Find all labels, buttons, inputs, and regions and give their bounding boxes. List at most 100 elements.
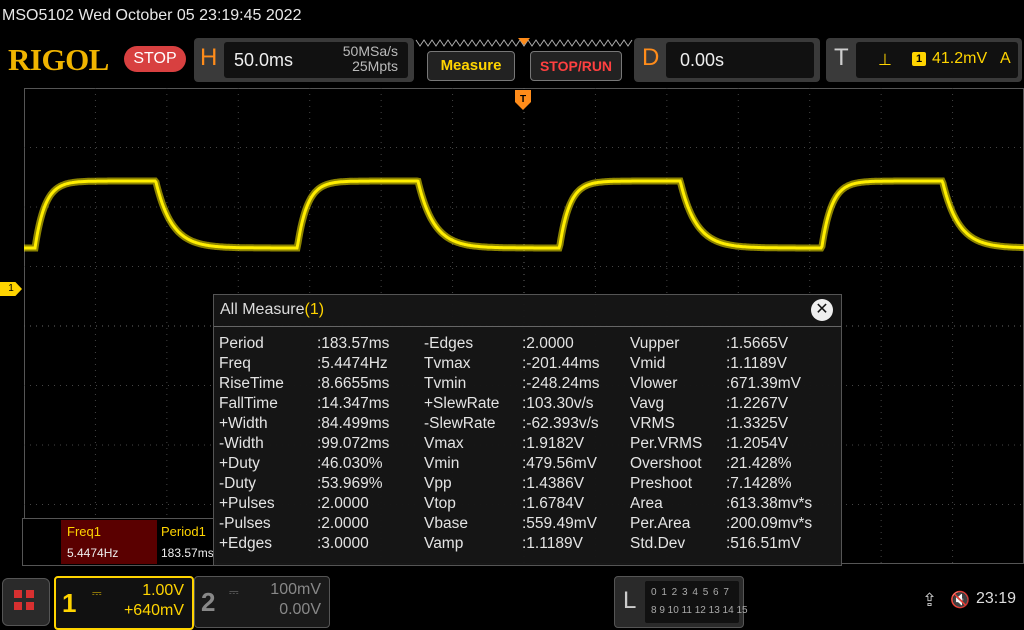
measure-row: Tvmin:-248.24ms xyxy=(424,375,600,395)
channel1-box[interactable]: 1 ⎓ 1.00V +640mV xyxy=(54,576,194,630)
measure-button[interactable]: Measure xyxy=(427,51,515,81)
dc-coupling-icon: ⎓ xyxy=(92,586,102,600)
measure-value: :200.09mv*s xyxy=(726,515,813,532)
measure-quick-strip[interactable]: Freq1 5.4474Hz Period1 183.57ms xyxy=(22,518,216,566)
delay-box[interactable]: D 0.00s xyxy=(634,38,820,82)
measure-label: +Duty xyxy=(219,455,260,472)
panel-title-count: (1) xyxy=(304,301,325,318)
measure-value: :2.0000 xyxy=(522,335,574,352)
measure-column-2: -Edges:2.0000 Tvmax:-201.44ms Tvmin:-248.2… xyxy=(424,335,600,555)
measure-label: RiseTime xyxy=(219,375,284,392)
measure-label: Vtop xyxy=(424,495,456,512)
measure-row: Vbase :559.49mV xyxy=(424,515,597,535)
horizontal-label: H xyxy=(200,44,218,71)
window-title: MSO5102 Wed October 05 23:19:45 2022 xyxy=(0,0,1024,32)
channel1-offset: +640mV xyxy=(123,602,184,619)
measure-value: :1.5665V xyxy=(726,335,789,352)
measure-row: -Pulses:2.0000 xyxy=(219,515,369,535)
horizontal-timebase-box[interactable]: H 50.0ms 50MSa/s 25Mpts xyxy=(194,38,414,82)
measure-value: :2.0000 xyxy=(317,515,369,532)
measure-row: +Duty:46.030% xyxy=(219,455,383,475)
measure-row: -Edges:2.0000 xyxy=(424,335,574,355)
channel1-ground-marker[interactable]: 1 xyxy=(0,282,22,296)
measure-row: Per.VRMS:1.2054V xyxy=(630,435,788,455)
measure-label: +Width xyxy=(219,415,268,432)
bottom-bar: 1 ⎓ 1.00V +640mV 2 ⎓ 100mV 0.00V L 0 1 2… xyxy=(0,572,1024,630)
quick-measure-freq-label: Freq1 xyxy=(67,524,101,539)
measure-value: :183.57ms xyxy=(317,335,390,352)
panel-title: All Measure(1) xyxy=(220,301,324,319)
measure-label: +Edges xyxy=(219,535,273,552)
quick-measure-period[interactable]: Period1 183.57ms xyxy=(157,520,213,564)
measure-label: Vmax xyxy=(424,435,464,452)
channel2-box[interactable]: 2 ⎓ 100mV 0.00V xyxy=(194,576,330,628)
measure-value: :53.969% xyxy=(317,475,383,492)
delay-label: D xyxy=(642,44,660,71)
measure-row: Vamp:1.1189V xyxy=(424,535,583,555)
close-icon[interactable]: ✕ xyxy=(811,299,833,321)
trigger-readout: ⊥ 1 41.2mV A xyxy=(856,42,1018,78)
trigger-label: T xyxy=(834,44,849,71)
trigger-mode: A xyxy=(1000,50,1011,67)
measure-value: :14.347ms xyxy=(317,395,390,412)
measure-label: Per.Area xyxy=(630,515,691,532)
measure-label: Overshoot xyxy=(630,455,702,472)
measure-label: +SlewRate xyxy=(424,395,500,412)
measure-label: Vmin xyxy=(424,455,460,472)
measure-value: :99.072ms xyxy=(317,435,390,452)
measure-label: Period xyxy=(219,335,264,352)
run-status-badge[interactable]: STOP xyxy=(124,46,186,72)
measure-value: :5.4474Hz xyxy=(317,355,388,372)
memory-depth: 25Mpts xyxy=(352,58,398,74)
measure-row: Per.Area :200.09mv*s xyxy=(630,515,812,535)
measure-row: VRMS :1.3325V xyxy=(630,415,788,435)
channel2-offset: 0.00V xyxy=(279,601,321,618)
measure-label: Vpp xyxy=(424,475,452,492)
measure-value: :1.2267V xyxy=(726,395,789,412)
stop-run-button[interactable]: STOP/RUN xyxy=(530,51,622,81)
trigger-position-marker: T xyxy=(515,90,531,110)
measure-label: -Width xyxy=(219,435,264,452)
measure-label: -Duty xyxy=(219,475,257,492)
measure-row: -Duty :53.969% xyxy=(219,475,383,495)
channel1-number: 1 xyxy=(62,588,77,618)
measure-value: :1.3325V xyxy=(726,415,789,432)
measure-row: -SlewRate :-62.393v/s xyxy=(424,415,599,435)
measure-value: :8.6655ms xyxy=(317,375,390,392)
measure-label: Vbase xyxy=(424,515,468,532)
sample-rate: 50MSa/s xyxy=(342,43,398,59)
quick-measure-period-value: 183.57ms xyxy=(161,546,213,560)
measure-label: Tvmin xyxy=(424,375,467,392)
channel1-scale: 1.00V xyxy=(142,582,184,599)
delay-value: 0.00s xyxy=(680,50,725,70)
measure-value: :559.49mV xyxy=(522,515,597,532)
measure-value: :1.1189V xyxy=(726,355,787,372)
logic-channels-low: 0 1 2 3 4 5 6 7 xyxy=(651,587,730,598)
measure-row: Vmax:1.9182V xyxy=(424,435,584,455)
usb-icon[interactable]: ⇪ xyxy=(922,590,937,611)
measure-value: :-201.44ms xyxy=(522,355,600,372)
measure-label: Vamp xyxy=(424,535,464,552)
measure-label: Vmid xyxy=(630,355,666,372)
measure-label: Area xyxy=(630,495,663,512)
measure-value: :-62.393v/s xyxy=(522,415,599,432)
sample-rate-readout: 50MSa/s 25Mpts xyxy=(343,44,398,74)
measure-label: -SlewRate xyxy=(424,415,496,432)
main-menu-icon[interactable] xyxy=(2,578,50,626)
measure-value: :103.30v/s xyxy=(522,395,594,412)
logic-analyzer-box[interactable]: L 0 1 2 3 4 5 6 7 8 9 10 11 12 13 14 15 xyxy=(614,576,748,628)
trigger-box[interactable]: T ⊥ 1 41.2mV A xyxy=(826,38,1022,82)
measure-value: :84.499ms xyxy=(317,415,390,432)
trigger-source: 1 xyxy=(912,52,926,66)
measure-label: +Pulses xyxy=(219,495,275,512)
delay-readout: 0.00s xyxy=(666,42,814,78)
measure-row: Vupper:1.5665V xyxy=(630,335,788,355)
measure-label: Vlower xyxy=(630,375,678,392)
speaker-muted-icon[interactable]: 🔇 xyxy=(950,590,970,610)
quick-measure-freq[interactable]: Freq1 5.4474Hz xyxy=(61,520,157,564)
top-toolbar: RIGOL STOP H 50.0ms 50MSa/s 25Mpts Measu… xyxy=(0,34,1024,86)
memory-position-strip xyxy=(415,38,633,47)
panel-divider xyxy=(214,326,841,327)
rigol-logo: RIGOL xyxy=(8,42,109,77)
measure-label: VRMS xyxy=(630,415,675,432)
